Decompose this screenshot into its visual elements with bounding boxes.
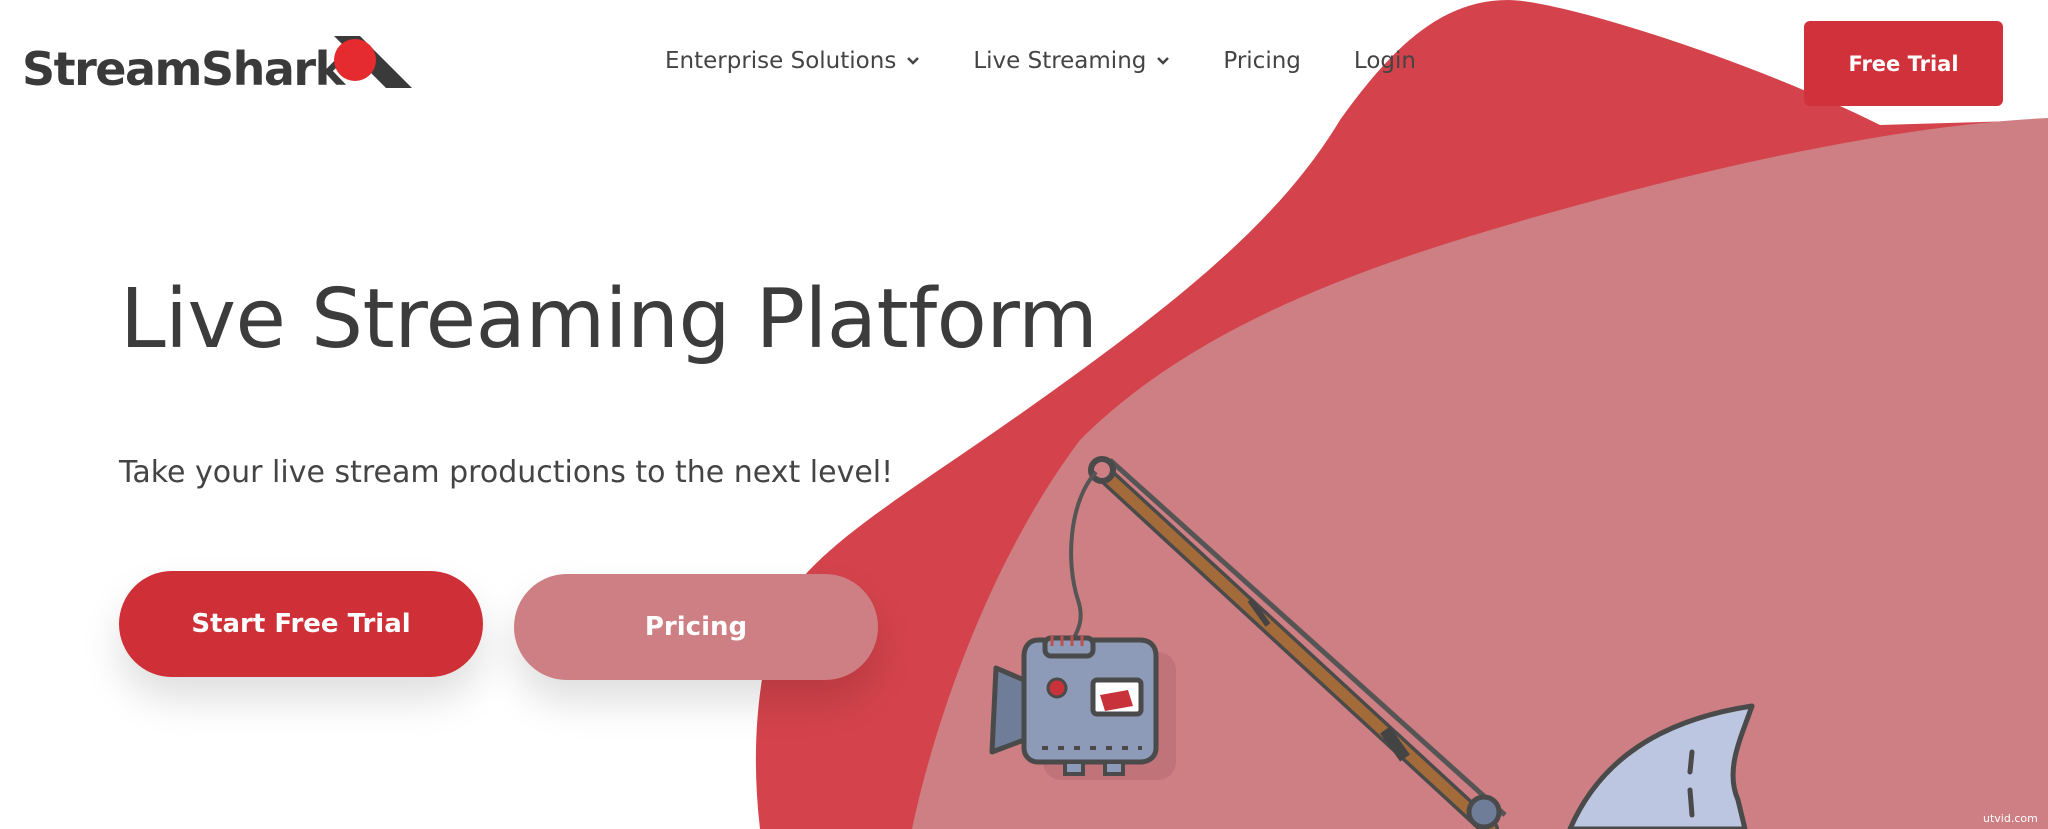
pricing-button[interactable]: Pricing — [514, 574, 878, 680]
nav-item-label: Live Streaming — [973, 48, 1147, 74]
hero-subtitle: Take your live stream productions to the… — [119, 455, 894, 490]
nav-item-enterprise-solutions[interactable]: Enterprise Solutions — [665, 48, 920, 74]
logo-text: StreamShark — [22, 42, 345, 96]
nav-item-live-streaming[interactable]: Live Streaming — [973, 48, 1170, 74]
chevron-down-icon — [1157, 57, 1170, 65]
nav-item-label: Pricing — [1223, 48, 1301, 74]
nav-item-login[interactable]: Login — [1354, 48, 1416, 74]
hero-background-art — [755, 0, 2048, 829]
free-trial-button[interactable]: Free Trial — [1804, 21, 2003, 106]
streamshark-logo[interactable]: StreamShark — [22, 36, 412, 96]
shark-fin-record-icon — [334, 36, 412, 88]
nav-item-pricing[interactable]: Pricing — [1223, 48, 1301, 74]
main-nav: Enterprise Solutions Live Streaming Pric… — [665, 48, 1416, 74]
start-free-trial-button[interactable]: Start Free Trial — [119, 571, 483, 677]
chevron-down-icon — [907, 57, 920, 65]
watermark: utvid.com — [1983, 812, 2038, 825]
nav-item-label: Enterprise Solutions — [665, 48, 897, 74]
nav-item-label: Login — [1353, 48, 1416, 74]
hero-title: Live Streaming Platform — [120, 272, 1098, 367]
